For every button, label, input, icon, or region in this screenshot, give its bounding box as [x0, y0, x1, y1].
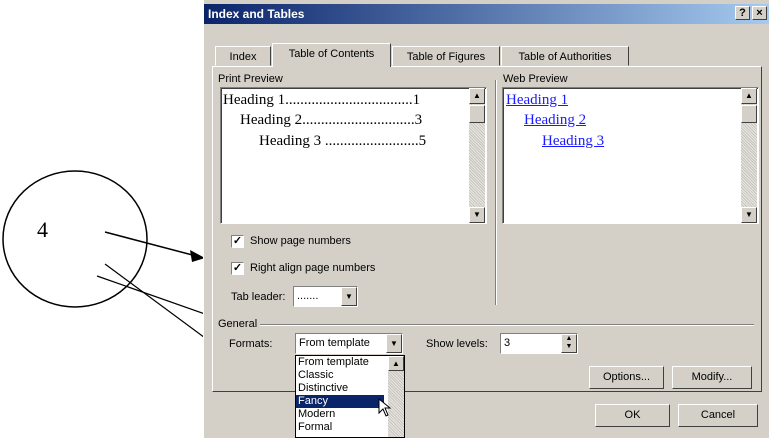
dropdown-scrollbar[interactable]: ▲	[388, 356, 404, 437]
mouse-cursor-icon	[378, 398, 392, 417]
show-page-numbers-label: Show page numbers	[250, 235, 351, 247]
title-bar: Index and Tables ? ×	[204, 4, 769, 24]
index-and-tables-dialog: Index and Tables ? × Index Table of Cont…	[203, 0, 769, 438]
show-levels-value: 3	[504, 337, 511, 349]
show-levels-label: Show levels:	[426, 338, 488, 350]
spinner-arrows-icon[interactable]: ▲ ▼	[561, 334, 577, 353]
window-title: Index and Tables	[208, 7, 305, 21]
tab-index[interactable]: Index	[215, 46, 271, 66]
ok-button[interactable]: OK	[595, 404, 670, 427]
web-preview-link-3[interactable]: Heading 3	[542, 133, 604, 150]
callout-number: 4	[37, 217, 48, 242]
print-preview-label: Print Preview	[218, 73, 283, 85]
tab-table-of-authorities[interactable]: Table of Authorities	[501, 46, 629, 66]
preview-separator	[495, 80, 497, 305]
tab-leader-label: Tab leader:	[231, 291, 286, 303]
web-preview-link-1[interactable]: Heading 1	[506, 92, 568, 109]
general-divider	[260, 324, 754, 326]
show-levels-spinner[interactable]: 3 ▲ ▼	[500, 333, 578, 354]
print-preview-line-3: Heading 3 .........................5	[259, 133, 427, 149]
format-option[interactable]: Modern	[296, 408, 384, 421]
scroll-down-arrow-icon[interactable]: ▼	[469, 207, 485, 223]
web-preview-box: Heading 1 Heading 2 Heading 3 ▲ ▼	[502, 87, 759, 224]
format-option[interactable]: Classic	[296, 369, 384, 382]
right-align-checkbox[interactable]: ✓	[231, 262, 244, 275]
scroll-up-arrow-icon[interactable]: ▲	[741, 88, 757, 104]
format-option[interactable]: Distinctive	[296, 382, 384, 395]
formats-dropdown-list: From template Classic Distinctive Fancy …	[295, 355, 405, 438]
tab-table-of-figures[interactable]: Table of Figures	[392, 46, 500, 66]
format-option[interactable]: From template	[296, 356, 384, 369]
scroll-up-arrow-icon[interactable]: ▲	[469, 88, 485, 104]
chevron-down-icon[interactable]: ▼	[341, 287, 357, 306]
help-button[interactable]: ?	[735, 6, 750, 20]
formats-value: From template	[299, 337, 370, 349]
formats-label: Formats:	[229, 338, 273, 350]
chevron-down-icon[interactable]: ▼	[386, 334, 402, 353]
modify-button[interactable]: Modify...	[672, 366, 752, 389]
web-preview-label: Web Preview	[503, 73, 568, 85]
scroll-down-arrow-icon[interactable]: ▼	[741, 207, 757, 223]
show-page-numbers-checkbox[interactable]: ✓	[231, 235, 244, 248]
web-preview-link-2[interactable]: Heading 2	[524, 112, 586, 129]
general-label: General	[218, 318, 258, 330]
tab-leader-value: .......	[297, 290, 319, 302]
web-preview-scrollbar[interactable]: ▲ ▼	[741, 88, 757, 223]
print-preview-line-2: Heading 2..............................3	[240, 112, 423, 128]
tab-table-of-contents[interactable]: Table of Contents	[272, 43, 391, 67]
tab-leader-select[interactable]: ....... ▼	[293, 286, 358, 307]
print-preview-line-1: Heading 1...............................…	[223, 92, 421, 108]
scroll-up-arrow-icon[interactable]: ▲	[388, 356, 404, 371]
close-button[interactable]: ×	[752, 6, 767, 20]
print-preview-scrollbar[interactable]: ▲ ▼	[469, 88, 485, 223]
format-option[interactable]: Formal	[296, 421, 384, 434]
scroll-thumb[interactable]	[469, 105, 485, 123]
scroll-thumb[interactable]	[741, 105, 757, 123]
cancel-button[interactable]: Cancel	[678, 404, 758, 427]
format-option-selected[interactable]: Fancy	[296, 395, 384, 408]
right-align-label: Right align page numbers	[250, 262, 376, 274]
print-preview-box: Heading 1...............................…	[220, 87, 487, 224]
options-button[interactable]: Options...	[589, 366, 664, 389]
formats-select[interactable]: From template ▼	[295, 333, 403, 354]
